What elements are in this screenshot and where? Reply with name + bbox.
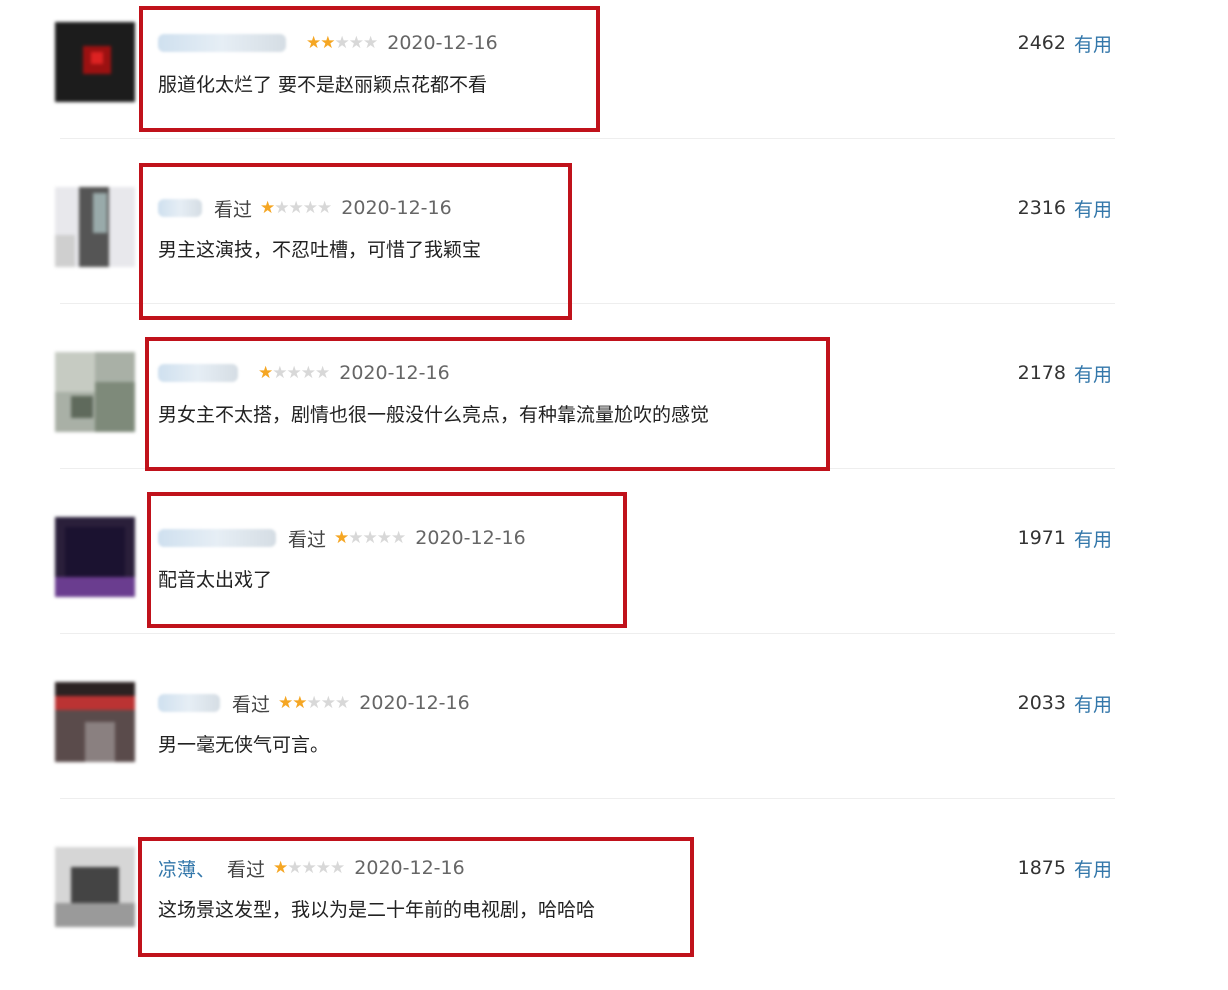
star-icon: ★ (348, 527, 363, 548)
useful-button[interactable]: 有用 (1074, 195, 1112, 222)
username-link[interactable] (158, 199, 202, 217)
star-icon: ★ (274, 197, 289, 218)
star-icon: ★ (306, 692, 322, 713)
user-avatar[interactable] (55, 847, 135, 927)
useful-button[interactable]: 有用 (1074, 855, 1112, 882)
star-icon: ★ (317, 197, 332, 218)
useful-button[interactable]: 有用 (1074, 525, 1112, 552)
star-icon: ★ (315, 857, 331, 878)
star-icon: ★ (362, 527, 378, 548)
username-link[interactable] (158, 34, 286, 52)
star-icon: ★ (260, 197, 275, 218)
comment-date: 2020-12-16 (415, 527, 526, 549)
vote-area: 2462 有用 (1018, 30, 1112, 56)
user-avatar[interactable] (55, 22, 135, 102)
star-icon: ★ (302, 197, 318, 218)
watch-status: 看过 (227, 858, 266, 881)
comment-text: 男主这演技，不忍吐槽，可惜了我颖宝 (158, 239, 482, 261)
star-icon: ★ (376, 527, 392, 548)
vote-count: 1971 (1017, 527, 1066, 549)
vote-area: 1875 有用 (1018, 855, 1112, 881)
star-icon: ★ (306, 32, 321, 53)
comment-item: 看过 ★ ★ ★ ★ ★ 2020-12-16 配音太出戏了 1971 有用 (0, 495, 1228, 660)
user-avatar[interactable] (55, 352, 135, 432)
comment-item: ★ ★ ★ ★ ★ 2020-12-16 男女主不太搭，剧情也很一般没什么亮点，… (0, 330, 1228, 495)
comment-text: 男女主不太搭，剧情也很一般没什么亮点，有种靠流量尬吹的感觉 (158, 404, 710, 426)
star-icon: ★ (335, 692, 350, 713)
vote-area: 2033 有用 (1018, 690, 1112, 716)
divider (60, 303, 1115, 304)
vote-count: 2316 (1017, 197, 1066, 219)
comment-meta: 看过 ★ ★ ★ ★ ★ 2020-12-16 (158, 195, 452, 221)
rating-stars: ★ ★ ★ ★ ★ (278, 692, 350, 713)
star-icon: ★ (286, 362, 302, 383)
vote-count: 1875 (1017, 857, 1066, 879)
comment-text: 这场景这发型，我以为是二十年前的电视剧，哈哈哈 (158, 899, 596, 921)
star-icon: ★ (391, 527, 406, 548)
star-icon: ★ (278, 692, 293, 713)
divider (60, 633, 1115, 634)
divider (60, 798, 1115, 799)
username-link[interactable] (158, 529, 276, 547)
vote-count: 2178 (1017, 362, 1066, 384)
star-icon: ★ (320, 692, 336, 713)
star-icon: ★ (301, 857, 317, 878)
comment-text: 服道化太烂了 要不是赵丽颖点花都不看 (158, 74, 488, 96)
user-avatar[interactable] (55, 187, 135, 267)
rating-stars: ★ ★ ★ ★ ★ (260, 197, 332, 218)
comment-item: 凉薄、 看过 ★ ★ ★ ★ ★ 2020-12-16 这场景这发型，我以为是二… (0, 825, 1228, 990)
rating-stars: ★ ★ ★ ★ ★ (273, 857, 345, 878)
vote-area: 2316 有用 (1018, 195, 1112, 221)
star-icon: ★ (288, 197, 304, 218)
comment-item: 看过 ★ ★ ★ ★ ★ 2020-12-16 男一毫无侠气可言。 2033 有… (0, 660, 1228, 825)
comment-meta: ★ ★ ★ ★ ★ 2020-12-16 (158, 30, 498, 56)
vote-count: 2462 (1017, 32, 1066, 54)
useful-button[interactable]: 有用 (1074, 30, 1112, 57)
username-link[interactable] (158, 364, 238, 382)
user-avatar[interactable] (55, 682, 135, 762)
star-icon: ★ (287, 857, 302, 878)
star-icon: ★ (273, 857, 288, 878)
rating-stars: ★ ★ ★ ★ ★ (306, 32, 378, 53)
star-icon: ★ (334, 32, 350, 53)
comment-date: 2020-12-16 (387, 32, 498, 54)
comment-date: 2020-12-16 (341, 197, 452, 219)
vote-area: 1971 有用 (1018, 525, 1112, 551)
star-icon: ★ (334, 527, 349, 548)
star-icon: ★ (300, 362, 316, 383)
star-icon: ★ (320, 32, 335, 53)
comment-text: 配音太出戏了 (158, 569, 273, 591)
star-icon: ★ (348, 32, 364, 53)
useful-button[interactable]: 有用 (1074, 690, 1112, 717)
comment-meta: 看过 ★ ★ ★ ★ ★ 2020-12-16 (158, 525, 526, 551)
comment-date: 2020-12-16 (339, 362, 450, 384)
vote-count: 2033 (1017, 692, 1066, 714)
comment-date: 2020-12-16 (354, 857, 465, 879)
comment-meta: ★ ★ ★ ★ ★ 2020-12-16 (158, 360, 450, 386)
rating-stars: ★ ★ ★ ★ ★ (334, 527, 406, 548)
watch-status: 看过 (232, 693, 271, 716)
star-icon: ★ (272, 362, 287, 383)
star-icon: ★ (292, 692, 307, 713)
comment-item: 看过 ★ ★ ★ ★ ★ 2020-12-16 男主这演技，不忍吐槽，可惜了我颖… (0, 165, 1228, 330)
watch-status: 看过 (214, 198, 253, 221)
vote-area: 2178 有用 (1018, 360, 1112, 386)
rating-stars: ★ ★ ★ ★ ★ (258, 362, 330, 383)
star-icon: ★ (363, 32, 378, 53)
user-avatar[interactable] (55, 517, 135, 597)
username-link[interactable] (158, 694, 220, 712)
comment-date: 2020-12-16 (359, 692, 470, 714)
watch-status: 看过 (288, 528, 327, 551)
comment-meta: 凉薄、 看过 ★ ★ ★ ★ ★ 2020-12-16 (158, 855, 465, 881)
comment-meta: 看过 ★ ★ ★ ★ ★ 2020-12-16 (158, 690, 470, 716)
divider (60, 138, 1115, 139)
divider (60, 468, 1115, 469)
comment-text: 男一毫无侠气可言。 (158, 734, 330, 756)
username-link[interactable]: 凉薄、 (158, 855, 215, 882)
star-icon: ★ (315, 362, 330, 383)
star-icon: ★ (258, 362, 273, 383)
useful-button[interactable]: 有用 (1074, 360, 1112, 387)
star-icon: ★ (330, 857, 345, 878)
comment-item: ★ ★ ★ ★ ★ 2020-12-16 服道化太烂了 要不是赵丽颖点花都不看 … (0, 0, 1228, 165)
